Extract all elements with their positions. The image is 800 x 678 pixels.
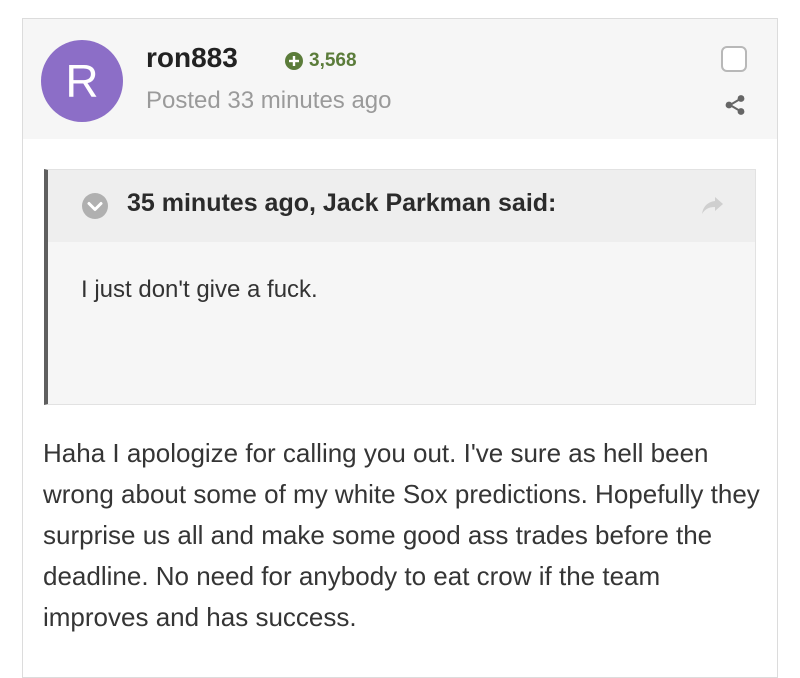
post-body: Haha I apologize for calling you out. I'… bbox=[43, 433, 763, 638]
quote-text: I just don't give a fuck. bbox=[81, 276, 318, 303]
quote-citation: 35 minutes ago, Jack Parkman said: bbox=[127, 189, 557, 217]
select-post-checkbox[interactable] bbox=[721, 46, 747, 72]
chevron-down-icon[interactable] bbox=[81, 192, 109, 220]
reputation-badge[interactable]: 3,568 bbox=[285, 50, 357, 72]
post-header: R ron883 3,568 Posted 33 minutes ago bbox=[23, 19, 777, 139]
forward-arrow-icon[interactable] bbox=[700, 194, 726, 216]
forum-post: R ron883 3,568 Posted 33 minutes ago 35 … bbox=[22, 18, 778, 678]
username-link[interactable]: ron883 bbox=[146, 42, 238, 74]
reputation-count: 3,568 bbox=[309, 50, 357, 71]
avatar[interactable]: R bbox=[41, 40, 123, 122]
quote-block: 35 minutes ago, Jack Parkman said: I jus… bbox=[44, 169, 756, 405]
post-text: Haha I apologize for calling you out. I'… bbox=[43, 438, 760, 632]
plus-circle-icon bbox=[285, 52, 303, 70]
share-icon[interactable] bbox=[723, 93, 747, 117]
post-timestamp[interactable]: Posted 33 minutes ago bbox=[146, 87, 392, 115]
quote-header: 35 minutes ago, Jack Parkman said: bbox=[48, 170, 755, 242]
